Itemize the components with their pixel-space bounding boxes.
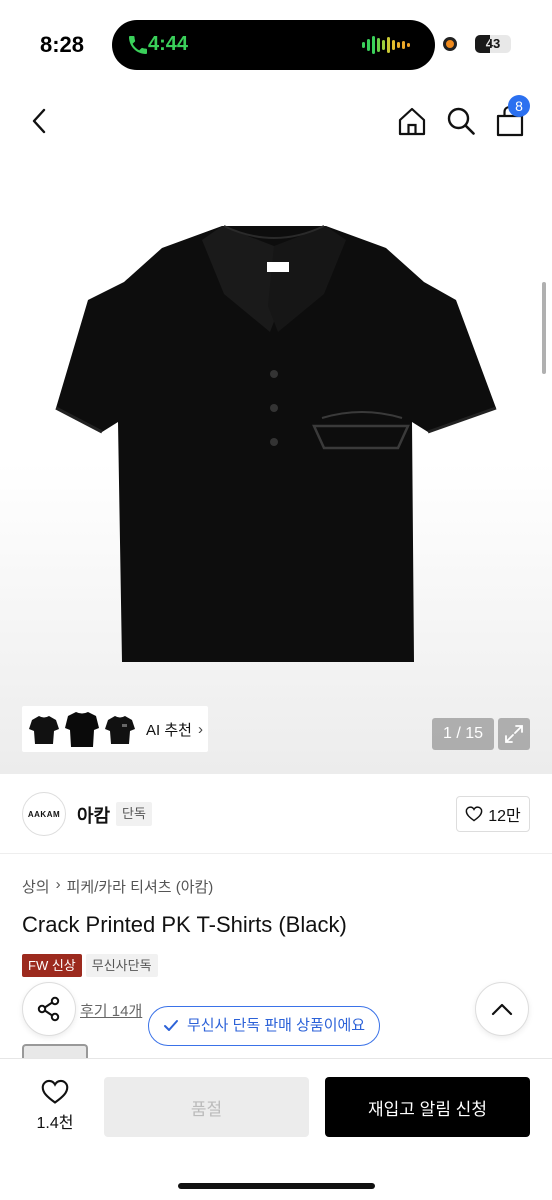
chevron-left-icon [32,108,46,134]
check-icon [164,1020,178,1031]
expand-icon [505,725,523,743]
heart-icon [41,1079,69,1104]
recording-indicator-icon [443,37,457,51]
musinsa-exclusive-tag: 무신사단독 [85,954,158,977]
exclusive-toast: 무신사 단독 판매 상품이에요 [148,1006,381,1046]
brand-like-button[interactable]: 12만 [456,796,530,832]
chevron-up-icon [491,1003,513,1016]
chevron-right-icon: › [55,876,61,893]
search-icon [447,107,475,135]
bottom-action-bar: 1.4천 품절 재입고 알림 신청 [0,1058,552,1200]
audio-waveform-icon [362,36,410,54]
brand-name[interactable]: 아캄 [77,802,110,828]
product-image-gallery[interactable]: AI 추천 › 1 / 15 [0,152,552,774]
share-icon [37,996,60,1022]
heart-icon [465,806,483,822]
restock-alert-button[interactable]: 재입고 알림 신청 [325,1077,530,1137]
cart-button[interactable]: 8 [490,95,530,141]
breadcrumb-item[interactable]: 피케/카라 티셔츠 (아캄) [67,876,214,897]
brand-like-count: 12만 [488,808,521,825]
status-bar: 8:28 4:44 43 [0,0,552,90]
call-duration: 4:44 [148,33,189,55]
ai-reco-label: AI 추천 [146,721,192,739]
search-button[interactable] [441,101,481,141]
brand-row: AAKAM 아캄 단독 12만 [0,774,552,854]
product-image [55,225,497,662]
dynamic-island[interactable]: 4:44 [112,20,435,70]
back-button[interactable] [20,101,60,141]
share-button[interactable] [22,982,76,1036]
ai-reco-thumbnail [26,710,62,748]
chevron-right-icon: › [197,720,203,738]
soldout-button: 품절 [104,1077,309,1137]
image-counter: 1 / 15 [432,718,494,750]
product-title: Crack Printed PK T-Shirts (Black) [22,912,347,937]
expand-button[interactable] [498,718,530,750]
scroll-top-button[interactable] [475,982,529,1036]
wishlist-button[interactable]: 1.4천 [22,1079,88,1139]
cart-count-badge: 8 [508,95,530,117]
top-navigation: 8 [0,90,552,152]
ai-reco-thumbnail [102,710,138,748]
breadcrumb: 상의 › 피케/카라 티셔츠 (아캄) [22,876,213,897]
toast-text: 무신사 단독 판매 상품이에요 [187,1017,366,1034]
wishlist-count: 1.4천 [36,1115,74,1132]
status-clock: 8:28 [40,32,85,57]
ai-recommendation-button[interactable]: AI 추천 › [22,706,208,752]
home-indicator[interactable] [178,1183,375,1189]
ai-reco-thumbnail [64,710,100,748]
brand-logo[interactable]: AAKAM [22,792,66,836]
fw-new-tag: FW 신상 [22,954,82,977]
battery-icon: 43 [475,35,511,53]
product-tags: FW 신상 무신사단독 [22,954,158,977]
home-icon [398,107,426,136]
home-button[interactable] [392,101,432,141]
scroll-indicator [542,282,546,374]
breadcrumb-item[interactable]: 상의 [22,876,50,897]
phone-icon [129,36,147,54]
brand-exclusive-tag: 단독 [116,802,152,826]
review-count-link[interactable]: 후기 14개 [80,1000,142,1021]
battery-percent: 43 [485,36,501,51]
